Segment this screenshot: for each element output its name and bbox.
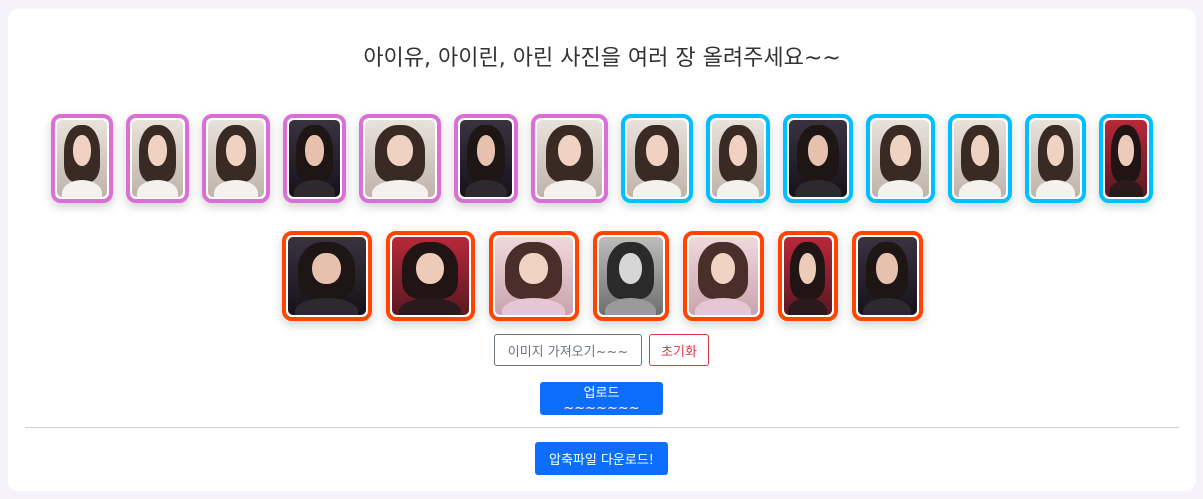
photo xyxy=(289,120,340,197)
image-thumbnail[interactable] xyxy=(283,114,346,203)
photo xyxy=(783,237,832,315)
photo xyxy=(712,120,764,197)
photo xyxy=(494,237,573,315)
image-thumbnail[interactable] xyxy=(51,114,113,203)
photo xyxy=(857,237,917,315)
image-thumbnail[interactable] xyxy=(621,114,693,203)
image-thumbnail[interactable] xyxy=(706,114,770,203)
download-zip-button[interactable]: 압축파일 다운로드! xyxy=(535,442,668,475)
image-thumbnail[interactable] xyxy=(682,231,764,321)
photo xyxy=(391,237,469,315)
image-thumbnail[interactable] xyxy=(385,231,475,321)
image-thumbnail[interactable] xyxy=(783,114,853,203)
photo xyxy=(598,237,663,315)
photo xyxy=(132,120,183,197)
photo xyxy=(208,120,264,197)
image-thumbnail[interactable] xyxy=(359,114,441,203)
upload-button[interactable]: 업로드~~~~~~~ xyxy=(540,382,663,416)
image-row-1 xyxy=(8,114,1196,203)
image-thumbnail[interactable] xyxy=(281,231,372,321)
photo xyxy=(365,120,435,197)
photo xyxy=(537,120,602,197)
page-title: 아이유, 아이린, 아린 사진을 여러 장 올려주세요~~ xyxy=(363,46,841,71)
photo xyxy=(954,120,1006,197)
image-thumbnail[interactable] xyxy=(851,231,923,321)
image-thumbnail[interactable] xyxy=(1025,114,1086,203)
photo xyxy=(627,120,687,197)
main-card: 아이유, 아이린, 아린 사진을 여러 장 올려주세요~~ 이미지 가져오기~~… xyxy=(8,9,1196,491)
image-thumbnail[interactable] xyxy=(488,231,579,321)
photo xyxy=(688,237,758,315)
photo xyxy=(57,120,107,197)
image-thumbnail[interactable] xyxy=(454,114,518,203)
photo xyxy=(460,120,512,197)
photo xyxy=(872,120,929,197)
image-thumbnail[interactable] xyxy=(592,231,669,321)
image-thumbnail[interactable] xyxy=(948,114,1012,203)
image-thumbnail[interactable] xyxy=(531,114,608,203)
image-row-2 xyxy=(8,231,1196,321)
photo xyxy=(287,237,366,315)
photo xyxy=(789,120,847,197)
photo xyxy=(1105,120,1147,197)
divider xyxy=(25,427,1179,428)
image-thumbnail[interactable] xyxy=(777,231,838,321)
reset-button[interactable]: 초기화 xyxy=(649,334,709,366)
image-thumbnail[interactable] xyxy=(126,114,189,203)
image-thumbnail[interactable] xyxy=(202,114,270,203)
image-thumbnail[interactable] xyxy=(1099,114,1153,203)
image-thumbnail[interactable] xyxy=(866,114,935,203)
photo xyxy=(1031,120,1080,197)
load-images-button[interactable]: 이미지 가져오기~~~ xyxy=(494,334,642,366)
